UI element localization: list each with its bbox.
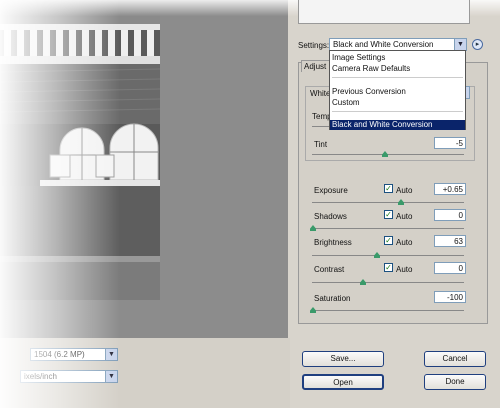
footer-controls: 1504 (6.2 MP) ▼ ixels/inch ▼: [0, 338, 290, 408]
brightness-slider[interactable]: [312, 255, 464, 256]
settings-dropdown-list: Image Settings Camera Raw Defaults Previ…: [329, 50, 466, 130]
open-button[interactable]: Open: [302, 374, 384, 390]
image-size-value: 1504 (6.2 MP): [34, 350, 85, 359]
exposure-slider[interactable]: [312, 202, 464, 203]
tint-value: -5: [455, 139, 463, 148]
chevron-down-icon: ▼: [105, 371, 117, 382]
shadows-auto-label: Auto: [396, 212, 413, 221]
saturation-field[interactable]: -100: [434, 291, 466, 303]
settings-value: Black and White Conversion: [333, 40, 434, 49]
brightness-auto-checkbox[interactable]: ✓: [384, 236, 393, 245]
settings-option-custom[interactable]: Custom: [330, 98, 465, 108]
exposure-field[interactable]: +0.65: [434, 183, 466, 195]
save-button[interactable]: Save...: [302, 351, 384, 367]
brightness-field[interactable]: 63: [434, 235, 466, 247]
dropdown-separator: [332, 77, 463, 78]
checkmark-icon: ✓: [385, 184, 392, 193]
option-label: Custom: [332, 98, 360, 107]
shadows-slider[interactable]: [312, 228, 464, 229]
checkmark-icon: ✓: [385, 210, 392, 219]
cancel-button[interactable]: Cancel: [424, 351, 486, 367]
settings-option-image-settings[interactable]: Image Settings: [330, 53, 465, 63]
contrast-auto-label: Auto: [396, 265, 413, 274]
resolution-unit-select[interactable]: ixels/inch ▼: [20, 370, 118, 383]
tab-adjust[interactable]: Adjust: [301, 60, 331, 72]
contrast-field[interactable]: 0: [434, 262, 466, 274]
option-label: Camera Raw Defaults: [332, 64, 411, 73]
contrast-auto-checkbox[interactable]: ✓: [384, 263, 393, 272]
option-label: Black and White Conversion: [332, 120, 433, 129]
exposure-label: Exposure: [314, 186, 348, 195]
contrast-label: Contrast: [314, 265, 345, 274]
done-button[interactable]: Done: [424, 374, 486, 390]
exposure-auto-label: Auto: [396, 186, 413, 195]
histogram-preview: [298, 0, 470, 24]
option-label: Previous Conversion: [332, 87, 406, 96]
settings-option-camera-raw-defaults[interactable]: Camera Raw Defaults: [330, 64, 465, 74]
tab-adjust-label: Adjust: [304, 62, 327, 71]
tint-label: Tint: [314, 140, 328, 149]
shadows-field[interactable]: 0: [434, 209, 466, 221]
contrast-value: 0: [458, 264, 463, 273]
brightness-value: 63: [454, 237, 463, 246]
tint-slider[interactable]: [312, 154, 464, 155]
chevron-down-icon: ▼: [105, 349, 117, 360]
brightness-label: Brightness: [314, 238, 352, 247]
exposure-auto-checkbox[interactable]: ✓: [384, 184, 393, 193]
saturation-slider[interactable]: [312, 310, 464, 311]
settings-label: Settings:: [298, 41, 330, 50]
photo-preview: [0, 0, 160, 300]
image-size-select[interactable]: 1504 (6.2 MP) ▼: [30, 348, 118, 361]
chevron-down-icon: ▼: [454, 39, 466, 50]
shadows-value: 0: [458, 211, 463, 220]
checkmark-icon: ✓: [385, 236, 392, 245]
shadows-label: Shadows: [314, 212, 347, 221]
dropdown-separator: [332, 111, 463, 112]
image-preview-area: [0, 0, 288, 338]
option-label: Image Settings: [332, 53, 386, 62]
saturation-label: Saturation: [314, 294, 351, 303]
tint-field[interactable]: -5: [434, 137, 466, 149]
checkmark-icon: ✓: [385, 263, 392, 272]
exposure-value: +0.65: [442, 185, 463, 194]
brightness-auto-label: Auto: [396, 238, 413, 247]
shadows-auto-checkbox[interactable]: ✓: [384, 210, 393, 219]
building-photo: [0, 0, 160, 300]
saturation-value: -100: [446, 293, 463, 302]
contrast-slider[interactable]: [312, 282, 464, 283]
settings-option-previous-conversion[interactable]: Previous Conversion: [330, 87, 465, 97]
right-arrow-circle-icon[interactable]: ▸: [472, 39, 483, 50]
resolution-unit-value: ixels/inch: [24, 372, 57, 381]
settings-option-black-and-white-conversion[interactable]: Black and White Conversion: [330, 120, 465, 130]
